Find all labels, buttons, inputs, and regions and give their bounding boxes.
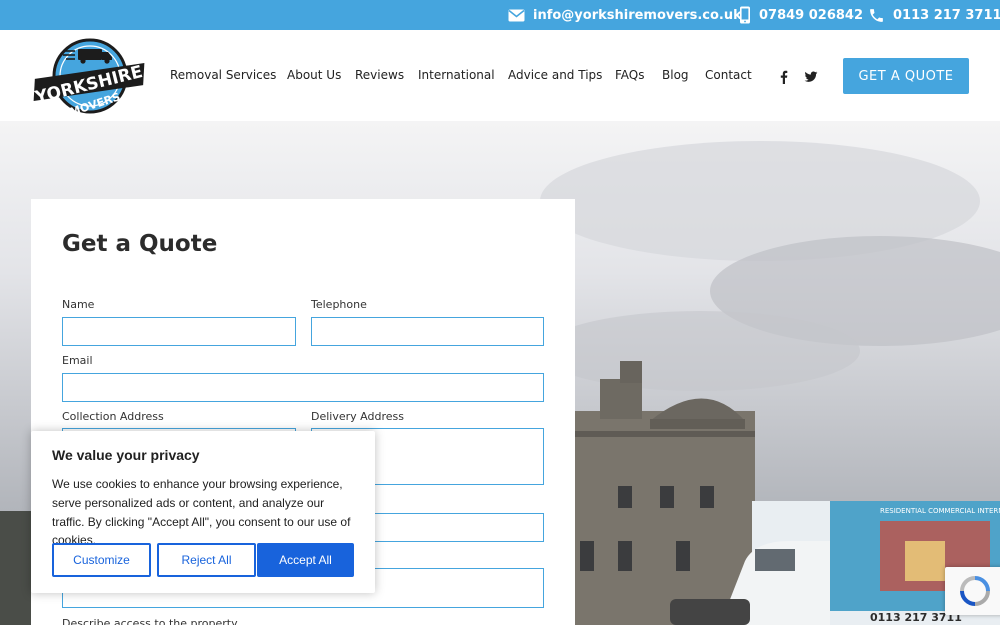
- nav-removal-services[interactable]: Removal Services: [170, 68, 276, 82]
- delivery-address-label: Delivery Address: [311, 410, 404, 423]
- mobile-link[interactable]: 07849 026842: [739, 6, 863, 24]
- phone-icon: [870, 8, 883, 22]
- nav-international[interactable]: International: [418, 68, 495, 82]
- phone-number: 0113 217 3711: [893, 7, 1000, 23]
- collection-address-label: Collection Address: [62, 410, 164, 423]
- email-field[interactable]: [62, 373, 544, 402]
- nav-faqs[interactable]: FAQs: [615, 68, 645, 82]
- email-text: info@yorkshiremovers.co.uk: [533, 7, 742, 23]
- get-a-quote-button[interactable]: GET A QUOTE: [843, 58, 969, 94]
- name-label: Name: [62, 298, 95, 311]
- telephone-field[interactable]: [311, 317, 544, 346]
- site-logo[interactable]: YORKSHIRE MOVERS: [32, 37, 145, 119]
- telephone-label: Telephone: [311, 298, 367, 311]
- mobile-number: 07849 026842: [759, 7, 864, 23]
- phone-link[interactable]: 0113 217 3711: [868, 6, 1000, 24]
- cookie-description: We use cookies to enhance your browsing …: [52, 477, 351, 548]
- name-field[interactable]: [62, 317, 296, 346]
- recaptcha-badge[interactable]: [945, 567, 1000, 615]
- mobile-phone-icon: [740, 6, 750, 24]
- cookie-consent-banner: We value your privacy We use cookies to …: [31, 431, 375, 593]
- email-label: Email: [62, 354, 93, 367]
- top-contact-bar: info@yorkshiremovers.co.uk 07849 026842 …: [0, 0, 1000, 30]
- accept-all-button[interactable]: Accept All: [257, 543, 354, 577]
- truck-side-text: RESIDENTIAL COMMERCIAL INTERNATIONAL: [880, 507, 1000, 515]
- nav-reviews[interactable]: Reviews: [355, 68, 404, 82]
- email-link[interactable]: info@yorkshiremovers.co.uk: [508, 6, 742, 24]
- nav-about-us[interactable]: About Us: [287, 68, 341, 82]
- twitter-icon[interactable]: [804, 69, 818, 83]
- facebook-icon[interactable]: [777, 69, 791, 84]
- nav-contact[interactable]: Contact: [705, 68, 752, 82]
- cookie-title: We value your privacy: [52, 447, 200, 463]
- nav-advice-and-tips[interactable]: Advice and Tips: [508, 68, 602, 82]
- customize-button[interactable]: Customize: [52, 543, 151, 577]
- access-label: Describe access to the property: [62, 617, 238, 625]
- envelope-icon: [508, 9, 525, 21]
- reject-all-button[interactable]: Reject All: [157, 543, 256, 577]
- nav-blog[interactable]: Blog: [662, 68, 689, 82]
- recaptcha-icon: [960, 576, 990, 606]
- form-title: Get a Quote: [62, 231, 218, 257]
